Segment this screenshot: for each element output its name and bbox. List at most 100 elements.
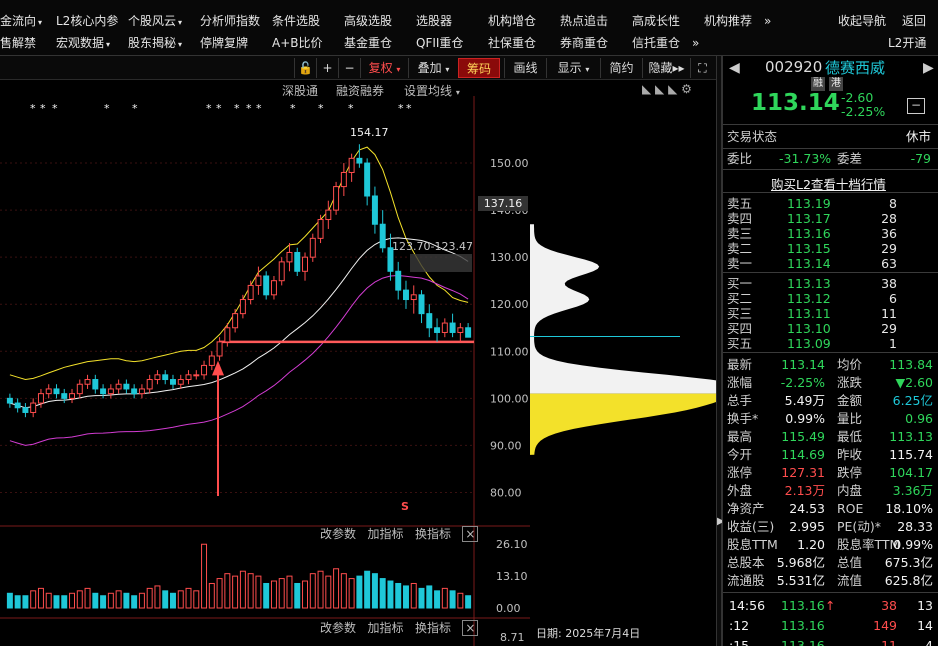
fullscreen-icon[interactable]: ⛶ [690, 58, 714, 78]
menu-suspension[interactable]: 停牌复牌 [200, 32, 248, 54]
zoom-out-button[interactable]: − [338, 58, 360, 78]
volume-bar [216, 578, 223, 609]
volume-bar [107, 592, 114, 609]
chip-profile-white [530, 224, 716, 394]
stat-row: 涨幅 -2.25% 涨跌 ▼2.60 [727, 375, 933, 390]
menu-fund-flow[interactable]: 金流向 ▾ [0, 10, 42, 34]
collapse-quote-button[interactable]: − [907, 98, 925, 114]
moving-average-lines [9, 146, 474, 496]
candle-body [317, 219, 324, 239]
sell-level-2: 卖二 113.15 29 [727, 241, 897, 256]
menu-inst-recommend[interactable]: 机构推荐 [704, 10, 752, 32]
buy-l2-link[interactable]: 购买L2查看十档行情 [771, 174, 886, 193]
candle-body [441, 322, 448, 333]
stat-row: 净资产 24.53 ROE 18.10% [727, 501, 933, 516]
menu-macro-data[interactable]: 宏观数据 ▾ [56, 32, 110, 56]
switch-indicator-button-2[interactable]: 换指标 [415, 621, 451, 635]
kline-chart[interactable]: *************** 150.00140.00130.00120.00… [0, 96, 530, 646]
menu-condition-pick[interactable]: 条件选股 [272, 10, 320, 32]
indicator-bar-1: 改参数 加指标 换指标 × [320, 525, 479, 542]
menu-advanced-pick[interactable]: 高级选股 [344, 10, 392, 32]
volume-bar [340, 573, 347, 609]
prev-stock-icon[interactable]: ◀ [729, 60, 740, 76]
candle-body [348, 157, 355, 173]
stock-name[interactable]: 德赛西威 [825, 57, 885, 78]
menu-fund-heavy[interactable]: 基金重仓 [344, 32, 392, 54]
menu-broker-heavy[interactable]: 券商重仓 [560, 32, 608, 54]
menu-inst-increase[interactable]: 机构增仓 [488, 10, 536, 32]
volume-bar [402, 585, 409, 609]
chart-grid [0, 96, 530, 646]
candle-body [465, 327, 472, 338]
buy-level-1: 买一 113.13 38 [727, 276, 897, 291]
candle-body [177, 379, 184, 385]
zoom-in-button[interactable]: + [316, 58, 338, 78]
add-indicator-button[interactable]: 加指标 [367, 527, 403, 541]
chip-tools-icons[interactable]: ◣ ◣ ◣ ⚙ [642, 82, 692, 96]
candle-body [333, 186, 340, 211]
collapse-nav-button[interactable]: 收起导航 [838, 10, 886, 32]
volume-bar [286, 575, 293, 609]
price-tick-label: 150.00 [490, 157, 529, 170]
menu-l2-core[interactable]: L2核心内参 [56, 10, 118, 32]
candle-body [61, 393, 68, 399]
event-marker: * [348, 102, 354, 115]
menu-qfii-heavy[interactable]: QFII重仓 [416, 32, 463, 54]
menu-hotspot[interactable]: 热点追击 [560, 10, 608, 32]
menu-analyst-index[interactable]: 分析师指数 [200, 10, 260, 32]
price-axis: 150.00140.00130.00120.00110.00100.0090.0… [490, 157, 529, 644]
next-stock-icon[interactable]: ▶ [923, 60, 934, 76]
menu-lockup-release[interactable]: 售解禁 [0, 32, 36, 54]
menu-high-growth[interactable]: 高成长性 [632, 10, 680, 32]
switch-indicator-button[interactable]: 换指标 [415, 527, 451, 541]
range-highlight [410, 254, 472, 272]
candle-body [76, 383, 83, 395]
volume-bar [239, 570, 246, 609]
volume-bar [270, 580, 277, 609]
fuquan-dropdown[interactable]: 复权 ▾ [360, 58, 408, 78]
close-icon-2[interactable]: × [462, 620, 479, 636]
volume-bar [30, 590, 37, 609]
candle-body [309, 237, 316, 258]
draw-line-button[interactable]: 画线 [504, 58, 546, 78]
volume-tick-label: 26.10 [496, 538, 528, 551]
display-dropdown[interactable]: 显示 ▾ [546, 58, 600, 78]
hide-button[interactable]: 隐藏▸▸ [642, 58, 690, 78]
volume-bar [45, 592, 52, 609]
chip-button[interactable]: 筹码 [458, 58, 500, 78]
back-button[interactable]: 返回 [902, 10, 926, 32]
price-tick-label: 120.00 [490, 298, 529, 311]
menu-more-1[interactable]: » [764, 10, 771, 32]
stat-row: 换手* 0.99% 量比 0.96 [727, 411, 933, 426]
volume-bar [348, 578, 355, 609]
volume-bar [379, 578, 386, 609]
menu-ab-compare[interactable]: A+B比价 [272, 32, 323, 54]
candle-body [239, 299, 246, 315]
volume-bar [37, 587, 44, 609]
menu-social-heavy[interactable]: 社保重仓 [488, 32, 536, 54]
volume-bar [410, 582, 417, 609]
menu-more-2[interactable]: » [692, 32, 699, 54]
volume-bar [92, 592, 99, 609]
candle-body [92, 379, 99, 390]
menu-stock-news[interactable]: 个股风云 ▾ [128, 10, 182, 34]
volume-bar [395, 582, 402, 609]
volume-bar [278, 578, 285, 609]
change-params-button-2[interactable]: 改参数 [320, 621, 356, 635]
volume-bar [193, 590, 200, 609]
event-marker: * [104, 102, 110, 115]
simple-button[interactable]: 简约 [600, 58, 642, 78]
candlestick-series [6, 144, 472, 418]
close-icon[interactable]: × [462, 526, 479, 542]
volume-bar [100, 595, 107, 609]
menu-trust-heavy[interactable]: 信托重仓 [632, 32, 680, 54]
current-price-tag: 137.16 [478, 196, 528, 211]
menu-stock-picker[interactable]: 选股器 [416, 10, 452, 32]
l2-open-link[interactable]: L2开通 [888, 32, 926, 54]
volume-bar [169, 592, 176, 609]
menu-holder-reveal[interactable]: 股东揭秘 ▾ [128, 32, 182, 56]
lock-icon[interactable]: 🔓 [294, 58, 316, 78]
add-indicator-button-2[interactable]: 加指标 [367, 621, 403, 635]
overlay-dropdown[interactable]: 叠加 ▾ [408, 58, 458, 78]
change-params-button[interactable]: 改参数 [320, 527, 356, 541]
